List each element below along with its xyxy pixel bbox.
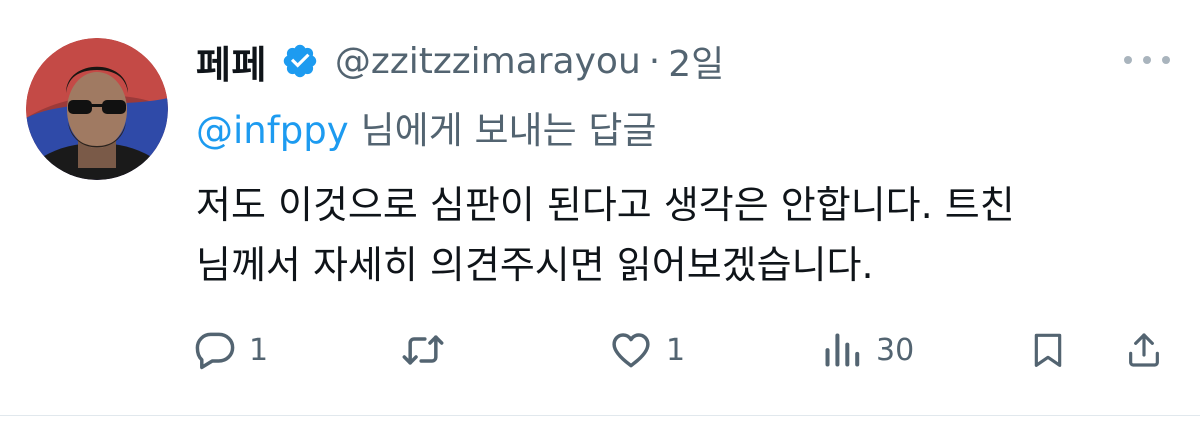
tweet[interactable]: 페페 @zzitzzimarayou · 2일 @infppy 님에게 보내는 답… — [0, 0, 1200, 436]
bookmark-button[interactable] — [1028, 318, 1068, 382]
display-name[interactable]: 페페 — [196, 34, 267, 89]
more-dot — [1162, 56, 1170, 64]
verified-badge-icon — [283, 44, 317, 78]
avatar[interactable] — [26, 38, 168, 180]
tweet-text-line: 저도 이것으로 심판이 된다고 생각은 안합니다. 트친 — [196, 183, 1015, 227]
retweet-button[interactable] — [398, 318, 460, 382]
tweet-text-line: 님께서 자세히 의견주시면 읽어보겠습니다. — [196, 243, 874, 287]
reply-mention-link[interactable]: @infppy — [196, 109, 349, 152]
reply-context: @infppy 님에게 보내는 답글 — [196, 100, 656, 154]
handle[interactable]: @zzitzzimarayou — [335, 41, 641, 82]
separator-dot: · — [648, 40, 661, 82]
views-icon — [825, 333, 860, 367]
divider — [0, 415, 1200, 416]
tweet-text: 저도 이것으로 심판이 된다고 생각은 안합니다. 트친 님께서 자세히 의견주… — [196, 175, 1176, 295]
retweet-icon — [402, 335, 444, 365]
share-icon — [1129, 333, 1159, 367]
views-button[interactable]: 30 — [820, 318, 914, 382]
more-icon[interactable] — [1124, 50, 1170, 70]
more-dot — [1124, 56, 1132, 64]
reply-button[interactable]: 1 — [193, 318, 268, 382]
views-count: 30 — [876, 332, 915, 368]
like-count: 1 — [666, 332, 686, 368]
reply-context-text: 님에게 보내는 답글 — [360, 109, 657, 152]
reply-count: 1 — [249, 332, 269, 368]
bookmark-icon — [1034, 333, 1062, 367]
more-dot — [1143, 56, 1151, 64]
reply-icon — [195, 332, 235, 370]
tweet-header: 페페 @zzitzzimarayou · 2일 — [196, 32, 724, 90]
like-icon — [612, 333, 650, 368]
timestamp[interactable]: 2일 — [668, 35, 724, 87]
share-button[interactable] — [1124, 318, 1164, 382]
like-button[interactable]: 1 — [608, 318, 685, 382]
action-bar: 1 1 30 — [0, 318, 1200, 382]
